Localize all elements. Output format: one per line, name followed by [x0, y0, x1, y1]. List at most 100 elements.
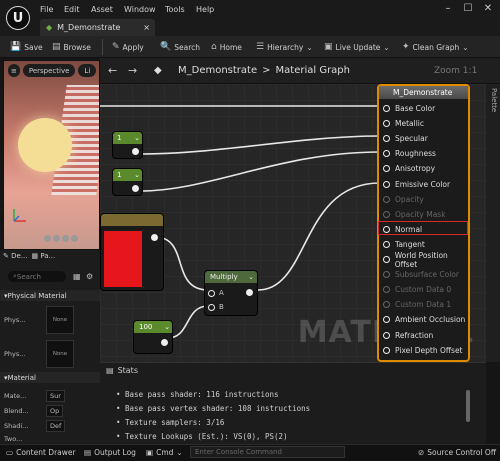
- browse-label: Browse: [63, 42, 91, 52]
- source-control-label: Source Control Off: [427, 447, 497, 457]
- forward-arrow-icon[interactable]: →: [128, 64, 137, 77]
- material-pin-row[interactable]: Refraction: [383, 328, 433, 343]
- menu-edit[interactable]: Edit: [64, 5, 80, 14]
- phys-thumbnail-2[interactable]: None: [46, 340, 74, 368]
- material-pin-row[interactable]: Normal: [383, 222, 422, 237]
- section-material[interactable]: ▾ Material: [0, 372, 100, 383]
- live-update-label: Live Update: [335, 42, 381, 52]
- input-pin-icon: [383, 165, 390, 173]
- material-pin-label: Normal: [395, 224, 423, 234]
- material-row-4: Two...: [4, 435, 22, 443]
- tab-material[interactable]: ◆ M_Demonstrate ×: [40, 19, 155, 36]
- tab-details[interactable]: ✎ De...: [3, 252, 27, 260]
- perspective-button[interactable]: Perspective: [22, 64, 76, 77]
- material-pin-row[interactable]: Emissive Color: [383, 177, 450, 192]
- material-pin-row[interactable]: Pixel Depth Offset: [383, 343, 463, 358]
- output-log-button[interactable]: ▤ Output Log: [84, 446, 136, 458]
- stats-scrollbar[interactable]: [466, 390, 470, 422]
- section-physical-material[interactable]: ▾ Physical Material: [0, 290, 100, 301]
- search-button[interactable]: 🔍 Search: [160, 40, 200, 54]
- chevron-down-icon: ⌄: [134, 134, 140, 142]
- breadcrumb-graph[interactable]: Material Graph: [276, 65, 350, 76]
- row-label: Mate...: [4, 392, 27, 400]
- multiply-pin-a[interactable]: A: [208, 289, 224, 297]
- multiply-node[interactable]: Multiply ⌄ A B: [204, 270, 258, 316]
- color-constant-node[interactable]: [100, 213, 164, 291]
- browse-button[interactable]: ▤ Browse: [52, 40, 91, 54]
- cmd-dropdown[interactable]: ▣ Cmd ⌄: [146, 446, 183, 458]
- menu-window[interactable]: Window: [124, 5, 156, 14]
- unreal-logo-icon[interactable]: U: [6, 6, 30, 30]
- close-window-button[interactable]: ✕: [478, 0, 498, 16]
- material-pin-row[interactable]: Roughness: [383, 146, 436, 161]
- phys-thumbnail-1[interactable]: None: [46, 306, 74, 334]
- pin-b-label: B: [219, 303, 224, 311]
- material-pin-label: Specular: [395, 134, 428, 144]
- material-pin-row[interactable]: Custom Data 1: [383, 297, 451, 312]
- material-pin-label: Refraction: [395, 330, 434, 340]
- apply-icon: ✎: [112, 42, 120, 52]
- back-arrow-icon[interactable]: ←: [108, 64, 117, 77]
- content-drawer-button[interactable]: ▭ Content Drawer: [6, 446, 76, 458]
- menu-asset[interactable]: Asset: [91, 5, 113, 14]
- apply-button[interactable]: ✎ Apply: [112, 40, 144, 54]
- constant-node-1[interactable]: 1 ⌄: [112, 131, 143, 159]
- material-pin-row[interactable]: Subsurface Color: [383, 267, 459, 282]
- maximize-button[interactable]: ☐: [458, 0, 478, 16]
- preview-viewport[interactable]: ≡ Perspective Li: [3, 60, 100, 250]
- row-dropdown[interactable]: Op: [46, 405, 64, 417]
- stats-line: • Base pass vertex shader: 108 instructi…: [116, 404, 311, 413]
- live-update-icon: ▣: [324, 42, 333, 52]
- source-control-button[interactable]: ⊘ Source Control Off: [418, 446, 496, 458]
- material-pin-row[interactable]: Opacity: [383, 192, 424, 207]
- menu-help[interactable]: Help: [196, 5, 214, 14]
- material-pin-row[interactable]: Anisotropy: [383, 161, 435, 176]
- details-search-input[interactable]: ⌕ Search: [8, 271, 66, 282]
- live-update-dropdown[interactable]: ▣ Live Update ⌄: [324, 40, 390, 54]
- cube-shape-icon[interactable]: [71, 235, 78, 242]
- clean-graph-dropdown[interactable]: ✦ Clean Graph ⌄: [402, 40, 469, 54]
- material-pin-row[interactable]: Custom Data 0: [383, 282, 451, 297]
- output-pin-icon[interactable]: [132, 185, 139, 192]
- viewport-menu-button[interactable]: ≡: [8, 64, 20, 77]
- tab-parameters[interactable]: ▦ Pa...: [31, 252, 55, 260]
- minimize-button[interactable]: –: [438, 0, 458, 16]
- row-dropdown[interactable]: Def: [46, 420, 66, 432]
- material-pin-row[interactable]: Opacity Mask: [383, 207, 446, 222]
- output-pin-icon[interactable]: [246, 289, 253, 296]
- save-button[interactable]: 💾 Save: [10, 40, 43, 54]
- stats-tab[interactable]: ▤ Stats: [106, 366, 138, 375]
- home-button[interactable]: ⌂ Home: [211, 40, 242, 54]
- settings-icon[interactable]: ⚙: [86, 272, 93, 281]
- palette-label: Palette: [490, 88, 498, 113]
- material-pin-row[interactable]: Metallic: [383, 116, 424, 131]
- row-dropdown[interactable]: Sur: [46, 390, 65, 402]
- output-pin-icon[interactable]: [151, 234, 158, 241]
- material-pin-row[interactable]: Ambient Occlusion: [383, 312, 465, 327]
- constant-node-100[interactable]: 100 ⌄: [133, 320, 173, 354]
- output-pin-icon[interactable]: [161, 339, 168, 346]
- sphere-shape-icon[interactable]: [44, 235, 51, 242]
- cylinder-shape-icon[interactable]: [53, 235, 60, 242]
- lit-mode-button[interactable]: Li: [78, 64, 97, 77]
- multiply-pin-b[interactable]: B: [208, 303, 224, 311]
- output-pin-icon[interactable]: [132, 148, 139, 155]
- material-result-node[interactable]: M_Demonstrate Base Color Metallic Specular…: [377, 84, 470, 362]
- plane-shape-icon[interactable]: [62, 235, 69, 242]
- tab-close-icon[interactable]: ×: [143, 23, 155, 32]
- breadcrumb-asset[interactable]: M_Demonstrate: [178, 65, 257, 76]
- console-icon: ▣: [146, 447, 154, 457]
- material-pin-row[interactable]: Base Color: [383, 101, 435, 116]
- material-pin-row[interactable]: Specular: [383, 131, 428, 146]
- cmd-label: Cmd: [156, 447, 174, 457]
- material-pin-label: Custom Data 0: [395, 285, 452, 295]
- constant-node-2[interactable]: 1 ⌄: [112, 168, 143, 196]
- menu-file[interactable]: File: [40, 5, 53, 14]
- hierarchy-dropdown[interactable]: ☰ Hierarchy ⌄: [256, 40, 313, 54]
- table-view-icon[interactable]: ▦: [73, 272, 81, 281]
- console-command-input[interactable]: Enter Console Command: [190, 446, 345, 458]
- menu-tools[interactable]: Tools: [165, 5, 185, 14]
- material-pin-row[interactable]: World Position Offset: [383, 251, 468, 269]
- chevron-down-icon: ⌄: [248, 273, 254, 281]
- palette-panel-tab[interactable]: Palette: [486, 84, 500, 362]
